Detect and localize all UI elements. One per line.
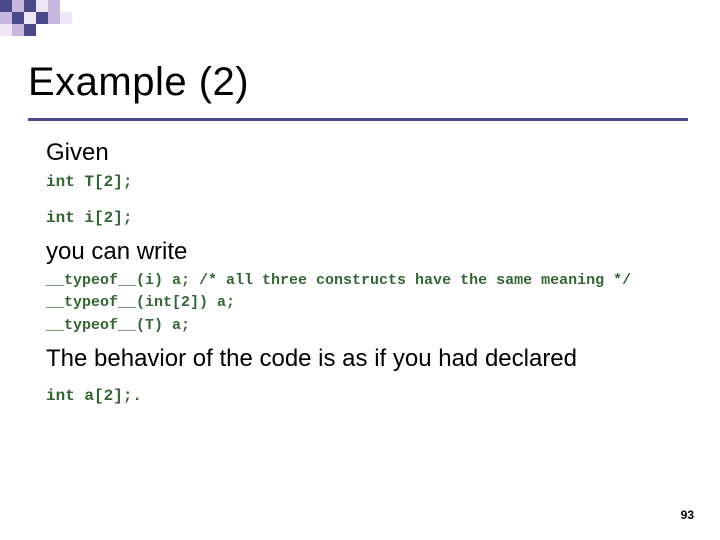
page-number: 93 <box>681 508 694 522</box>
text-given: Given <box>46 138 696 168</box>
text-you-can-write: you can write <box>46 237 696 267</box>
text-behavior: The behavior of the code is as if you ha… <box>46 344 696 374</box>
code-result: int a[2];. <box>46 386 696 408</box>
slide-title: Example (2) <box>28 60 249 105</box>
slide-body: Given int T[2]; int i[2]; you can write … <box>46 138 696 410</box>
code-int-i: int i[2]; <box>46 208 696 230</box>
code-int-t: int T[2]; <box>46 172 696 194</box>
code-typeof-2: __typeof__(int[2]) a; <box>46 293 696 313</box>
code-typeof-3: __typeof__(T) a; <box>46 316 696 336</box>
code-typeof-1: __typeof__(i) a; /* all three constructs… <box>46 271 696 291</box>
corner-decoration <box>0 0 100 40</box>
slide: Example (2) Given int T[2]; int i[2]; yo… <box>0 0 720 540</box>
title-underline <box>28 118 688 121</box>
